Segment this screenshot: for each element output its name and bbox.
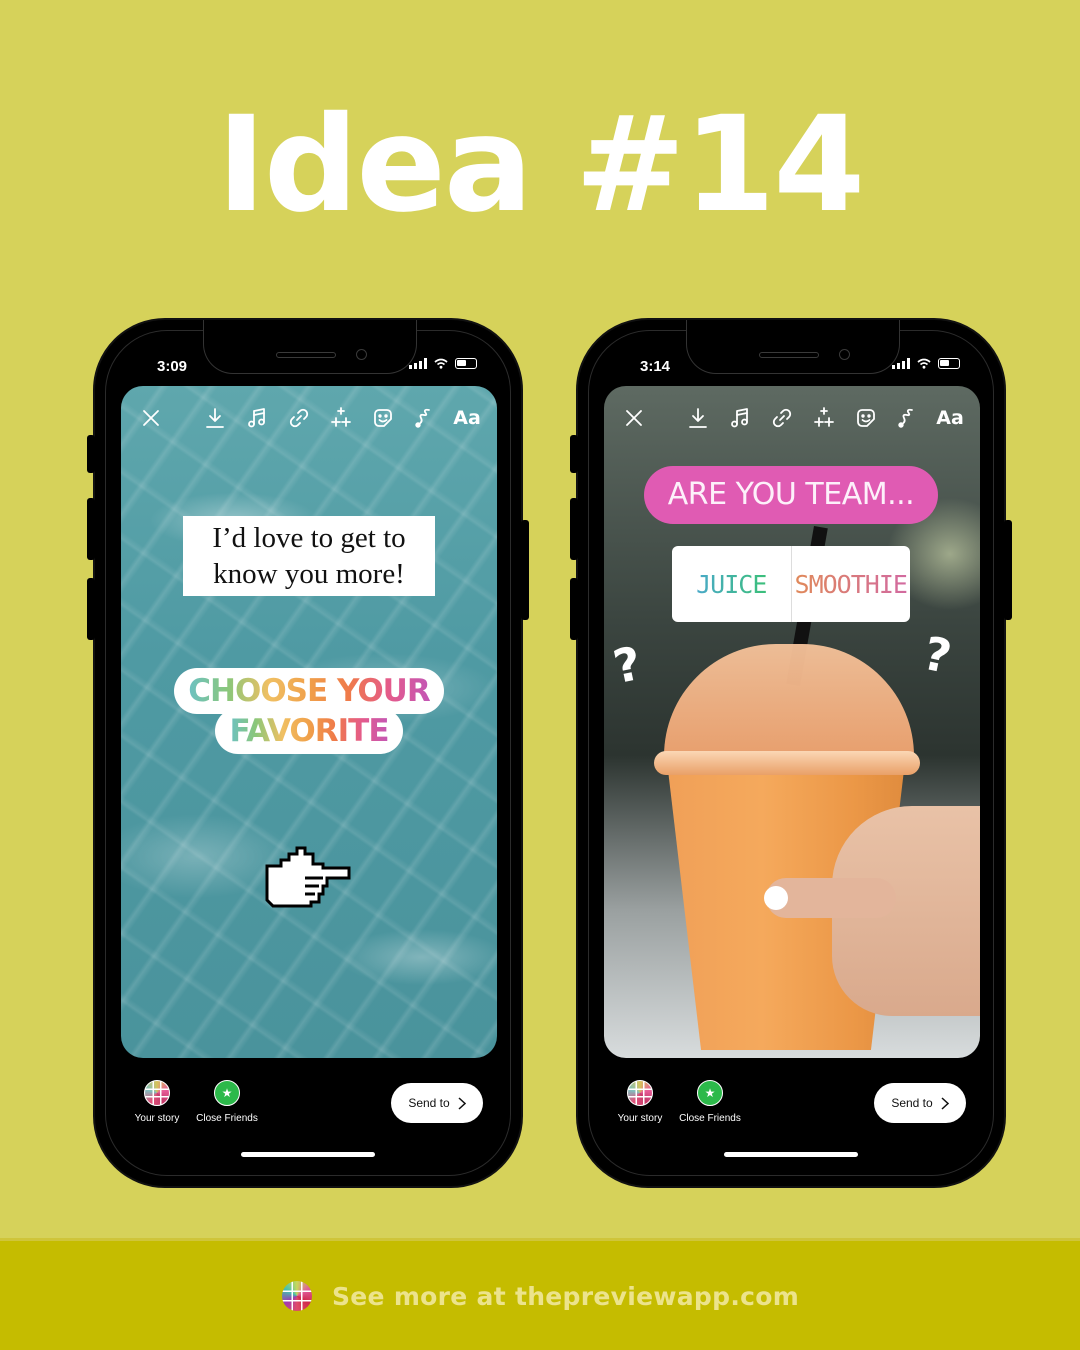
draw-icon[interactable] [894,404,922,432]
phone-right: 3:14 Aa ARE YOU TEAM... JUICE SMOOTHIE ? [570,318,1012,1188]
mute-switch [87,435,95,473]
story-screen: Aa I’d love to get to know you more! CHO… [121,386,497,1058]
preview-app-logo-icon [282,1281,312,1311]
volume-down-button [87,578,95,640]
status-time: 3:14 [640,358,671,375]
wifi-icon [434,358,448,369]
home-indicator[interactable] [241,1152,375,1157]
close-friends-label: Close Friends [679,1113,741,1124]
share-bar: Your story ★ Close Friends Send to [604,1068,980,1138]
status-icons [892,358,960,369]
send-to-label: Send to [408,1096,450,1110]
question-sticker[interactable]: ARE YOU TEAM... [644,466,938,524]
poll-option-juice-label: JUICE [696,569,767,599]
volume-down-button [570,578,578,640]
close-friends-button[interactable]: ★ Close Friends [187,1080,267,1124]
poll-option-smoothie-label: SMOOTHIE [794,569,908,599]
thumbnail [764,886,788,910]
headline: Idea #14 [216,88,865,242]
volume-up-button [570,498,578,560]
mute-switch [570,435,578,473]
power-button [1004,520,1012,620]
link-icon[interactable] [768,404,796,432]
your-story-icon [627,1080,653,1106]
text-card-line1: I’d love to get to [212,522,406,554]
link-icon[interactable] [285,404,313,432]
choose-favorite-sticker[interactable]: CHOOSE YOUR FAVORITE [171,668,447,754]
draw-icon[interactable] [411,404,439,432]
poll-option-smoothie[interactable]: SMOOTHIE [790,546,911,622]
question-mark-left[interactable]: ? [609,636,646,694]
signal-icon [409,358,427,369]
close-icon[interactable] [620,404,648,432]
chevron-right-icon [941,1096,949,1110]
share-bar: Your story ★ Close Friends Send to [121,1068,497,1138]
your-story-button[interactable]: Your story [600,1080,680,1124]
sticker-line1: CHOOSE YOUR [188,673,430,709]
home-indicator[interactable] [724,1152,858,1157]
story-toolbar: Aa [121,404,497,434]
send-to-button[interactable]: Send to [874,1083,966,1123]
poll-option-juice[interactable]: JUICE [672,546,791,622]
your-story-label: Your story [617,1113,663,1124]
story-screen: Aa ARE YOU TEAM... JUICE SMOOTHIE ? ? [604,386,980,1058]
notch [203,320,417,374]
close-friends-button[interactable]: ★ Close Friends [670,1080,750,1124]
sparkles-icon[interactable] [810,404,838,432]
phone-left: 3:09 Aa I’d love to get to know you more… [87,318,529,1188]
your-story-icon [144,1080,170,1106]
footer-banner: See more at thepreviewapp.com [0,1238,1080,1350]
sticker-line2: FAVORITE [229,713,389,749]
story-toolbar: Aa [604,404,980,434]
download-icon[interactable] [684,404,712,432]
status-time: 3:09 [157,358,188,375]
poll-sticker: JUICE SMOOTHIE [672,546,910,622]
text-tool-button[interactable]: Aa [936,404,964,432]
wifi-icon [917,358,931,369]
sticker-icon[interactable] [369,404,397,432]
music-icon[interactable] [243,404,271,432]
pointing-hand-icon[interactable] [261,840,353,910]
cup-rim [654,751,920,775]
battery-icon [455,358,477,369]
music-icon[interactable] [726,404,754,432]
power-button [521,520,529,620]
sticker-icon[interactable] [852,404,880,432]
notch [686,320,900,374]
text-tool-button[interactable]: Aa [453,404,481,432]
volume-up-button [87,498,95,560]
close-icon[interactable] [137,404,165,432]
send-to-button[interactable]: Send to [391,1083,483,1123]
question-mark-right[interactable]: ? [919,626,956,684]
status-icons [409,358,477,369]
close-friends-label: Close Friends [196,1113,258,1124]
your-story-label: Your story [134,1113,180,1124]
sparkles-icon[interactable] [327,404,355,432]
text-card-line2: know you more! [213,558,405,590]
signal-icon [892,358,910,369]
download-icon[interactable] [201,404,229,432]
send-to-label: Send to [891,1096,933,1110]
star-icon: ★ [697,1080,723,1106]
star-icon: ★ [214,1080,240,1106]
your-story-button[interactable]: Your story [117,1080,197,1124]
battery-icon [938,358,960,369]
footer-link[interactable]: See more at thepreviewapp.com [332,1282,799,1311]
chevron-right-icon [458,1096,466,1110]
text-card[interactable]: I’d love to get to know you more! [183,516,435,596]
